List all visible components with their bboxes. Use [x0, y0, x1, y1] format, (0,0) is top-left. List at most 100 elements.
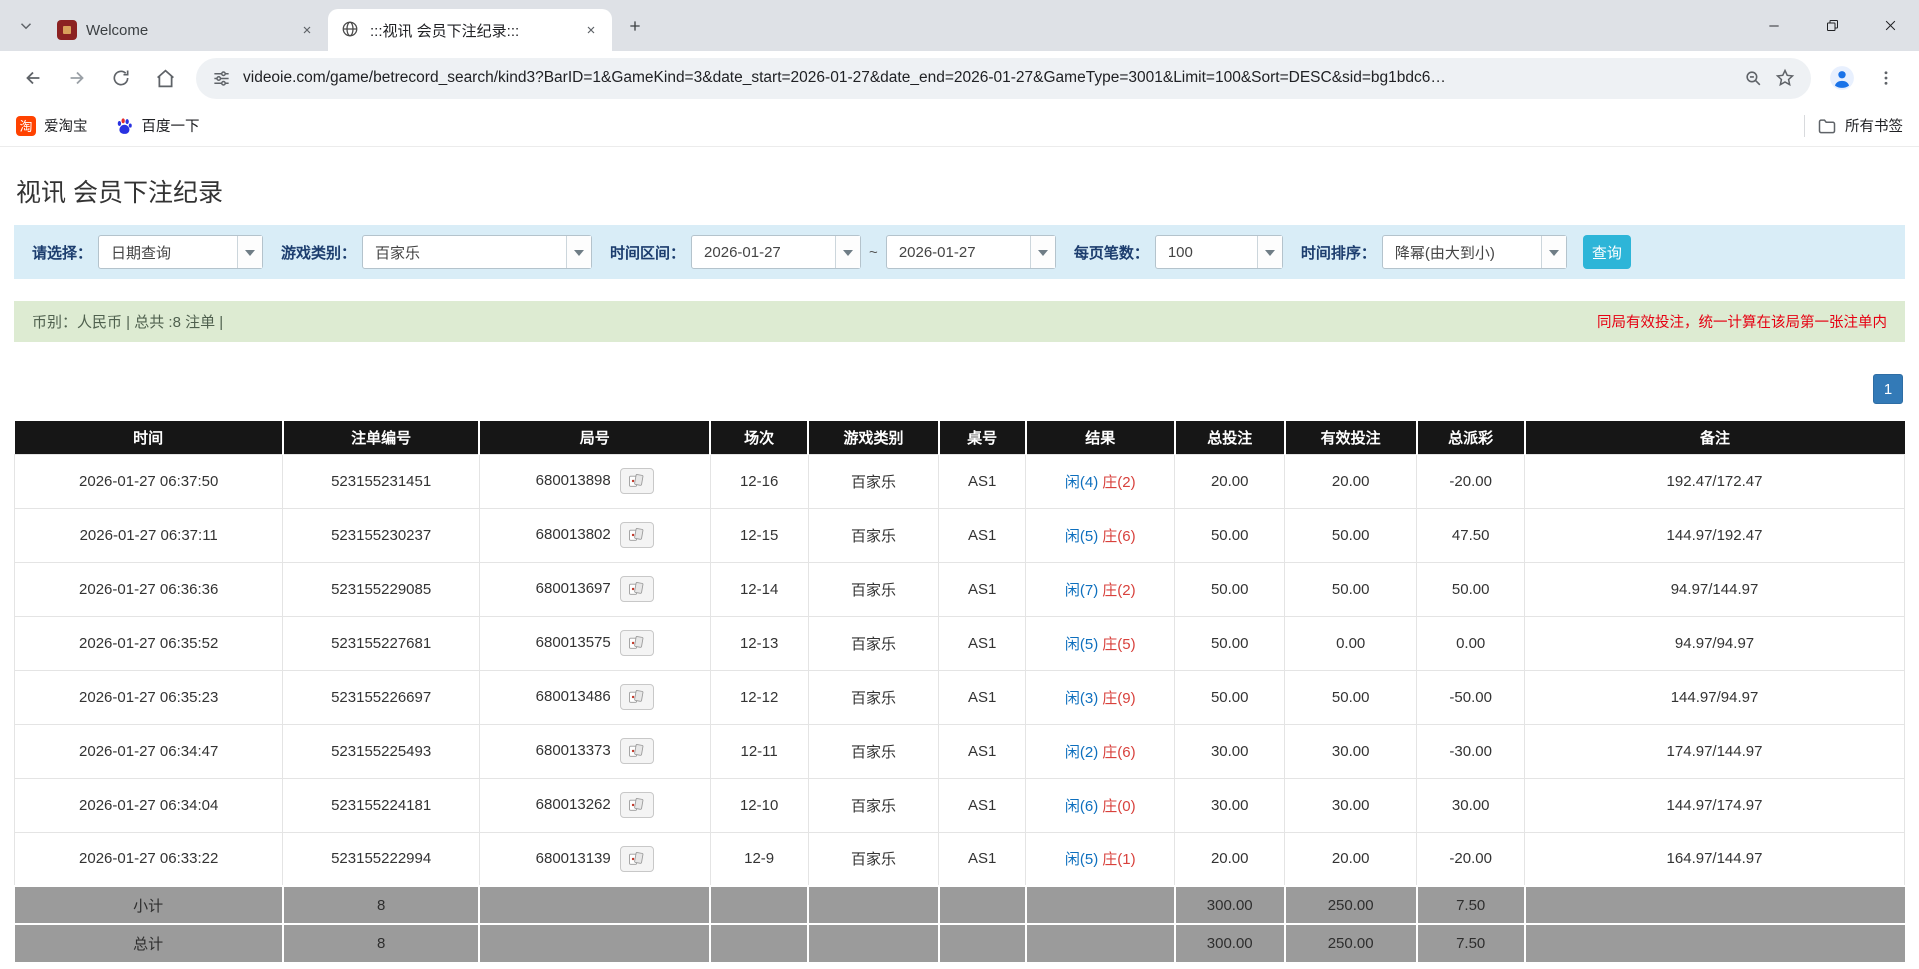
- cell-time: 2026-01-27 06:35:23: [15, 670, 283, 724]
- game-kind-select[interactable]: 百家乐: [362, 235, 592, 269]
- new-tab-button[interactable]: [618, 9, 652, 43]
- menu-icon[interactable]: [1865, 57, 1907, 99]
- cell-valid-bet: 30.00: [1285, 724, 1417, 778]
- col-session: 场次: [710, 421, 808, 454]
- cell-session: 12-10: [710, 778, 808, 832]
- date-start-select[interactable]: 2026-01-27: [691, 235, 861, 269]
- url-bar[interactable]: videoie.com/game/betrecord_search/kind3?…: [196, 58, 1811, 99]
- game-result-cards-icon[interactable]: [620, 684, 654, 710]
- pagination-page-1[interactable]: 1: [1873, 374, 1903, 404]
- result-banker: 庄(2): [1102, 474, 1135, 491]
- subtotal-label: 小计: [15, 886, 283, 924]
- cell-bet-number: 523155231451: [283, 454, 480, 508]
- forward-button[interactable]: [56, 57, 98, 99]
- col-time: 时间: [15, 421, 283, 454]
- table-header-row: 时间 注单编号 局号 场次 游戏类别 桌号 结果 总投注 有效投注 总派彩 备注: [15, 421, 1905, 454]
- round-number: 680013262: [536, 796, 611, 813]
- url-text[interactable]: videoie.com/game/betrecord_search/kind3?…: [243, 69, 1732, 87]
- cell-note: 174.97/144.97: [1525, 724, 1905, 778]
- search-button[interactable]: 查询: [1583, 235, 1631, 269]
- cell-session: 12-13: [710, 616, 808, 670]
- bookmark-aitaobao[interactable]: 淘 爱淘宝: [16, 111, 88, 141]
- query-type-select[interactable]: 日期查询: [98, 235, 263, 269]
- chevron-down-icon[interactable]: [1541, 236, 1566, 268]
- back-button[interactable]: [12, 57, 54, 99]
- cell-round-number: 680013139: [479, 832, 710, 886]
- cell-result: 闲(2)庄(6): [1026, 724, 1175, 778]
- cell-total-bet[interactable]: 50.00: [1175, 670, 1285, 724]
- table-row: 2026-01-27 06:37:50 523155231451 6800138…: [15, 454, 1905, 508]
- filter-bar: 请选择： 日期查询 游戏类别： 百家乐 时间区间： 2026-01-27 ~ 2…: [14, 225, 1905, 279]
- tab-favicon: [57, 20, 77, 40]
- tab-search-button[interactable]: [10, 10, 42, 42]
- tab-betrecord[interactable]: :::视讯 会员下注纪录:::: [328, 9, 612, 51]
- bookmark-star-icon[interactable]: [1775, 68, 1795, 88]
- restore-button[interactable]: [1803, 0, 1861, 51]
- result-player: 闲(5): [1065, 851, 1098, 868]
- chevron-down-icon[interactable]: [1030, 236, 1055, 268]
- col-note: 备注: [1525, 421, 1905, 454]
- cell-payout: 0.00: [1417, 616, 1525, 670]
- cell-bet-number: 523155226697: [283, 670, 480, 724]
- zoom-icon[interactable]: [1744, 69, 1763, 88]
- cell-round-number: 680013486: [479, 670, 710, 724]
- cell-total-bet[interactable]: 50.00: [1175, 508, 1285, 562]
- cell-payout: 50.00: [1417, 562, 1525, 616]
- chevron-down-icon[interactable]: [566, 236, 591, 268]
- round-number: 680013802: [536, 526, 611, 543]
- sort-label: 时间排序：: [1301, 242, 1376, 263]
- game-result-cards-icon[interactable]: [620, 846, 654, 872]
- cell-total-bet[interactable]: 50.00: [1175, 616, 1285, 670]
- cell-valid-bet: 50.00: [1285, 562, 1417, 616]
- minimize-button[interactable]: [1745, 0, 1803, 51]
- refresh-button[interactable]: [100, 57, 142, 99]
- cell-result: 闲(7)庄(2): [1026, 562, 1175, 616]
- cell-note: 144.97/94.97: [1525, 670, 1905, 724]
- cell-total-bet[interactable]: 20.00: [1175, 832, 1285, 886]
- cell-time: 2026-01-27 06:34:04: [15, 778, 283, 832]
- chevron-down-icon[interactable]: [237, 236, 262, 268]
- game-result-cards-icon[interactable]: [620, 468, 654, 494]
- currency-summary: 币别：人民币 | 总共 :8 注单 |: [32, 311, 223, 332]
- cell-total-bet[interactable]: 50.00: [1175, 562, 1285, 616]
- cell-game-kind: 百家乐: [808, 670, 938, 724]
- game-result-cards-icon[interactable]: [620, 576, 654, 602]
- game-result-cards-icon[interactable]: [620, 792, 654, 818]
- sort-select[interactable]: 降幂(由大到小): [1382, 235, 1567, 269]
- table-row: 2026-01-27 06:33:22 523155222994 6800131…: [15, 832, 1905, 886]
- cell-session: 12-15: [710, 508, 808, 562]
- cell-session: 12-9: [710, 832, 808, 886]
- game-result-cards-icon[interactable]: [620, 522, 654, 548]
- tab-close-icon[interactable]: [296, 19, 318, 41]
- cell-total-bet[interactable]: 20.00: [1175, 454, 1285, 508]
- bookmark-baidu[interactable]: 百度一下: [114, 111, 200, 141]
- cell-note: 192.47/172.47: [1525, 454, 1905, 508]
- cell-result: 闲(3)庄(9): [1026, 670, 1175, 724]
- tab-close-icon[interactable]: [580, 19, 602, 41]
- close-button[interactable]: [1861, 0, 1919, 51]
- per-page-select[interactable]: 100: [1155, 235, 1283, 269]
- table-row: 2026-01-27 06:34:47 523155225493 6800133…: [15, 724, 1905, 778]
- chevron-down-icon[interactable]: [1257, 236, 1282, 268]
- home-button[interactable]: [144, 57, 186, 99]
- date-end-select[interactable]: 2026-01-27: [886, 235, 1056, 269]
- cell-time: 2026-01-27 06:33:22: [15, 832, 283, 886]
- profile-avatar[interactable]: [1821, 57, 1863, 99]
- cell-total-bet[interactable]: 30.00: [1175, 778, 1285, 832]
- cell-payout: -20.00: [1417, 832, 1525, 886]
- result-player: 闲(2): [1065, 744, 1098, 761]
- cell-valid-bet: 20.00: [1285, 454, 1417, 508]
- cell-round-number: 680013575: [479, 616, 710, 670]
- col-table-no: 桌号: [939, 421, 1026, 454]
- all-bookmarks-button[interactable]: 所有书签: [1817, 111, 1903, 141]
- tab-bar: Welcome :::视讯 会员下注纪录:::: [0, 0, 1919, 51]
- game-result-cards-icon[interactable]: [620, 738, 654, 764]
- cell-payout: 30.00: [1417, 778, 1525, 832]
- game-result-cards-icon[interactable]: [620, 630, 654, 656]
- chevron-down-icon[interactable]: [835, 236, 860, 268]
- round-number: 680013898: [536, 472, 611, 489]
- tab-welcome[interactable]: Welcome: [44, 9, 328, 51]
- cell-round-number: 680013898: [479, 454, 710, 508]
- cell-total-bet[interactable]: 30.00: [1175, 724, 1285, 778]
- site-settings-icon[interactable]: [212, 69, 231, 88]
